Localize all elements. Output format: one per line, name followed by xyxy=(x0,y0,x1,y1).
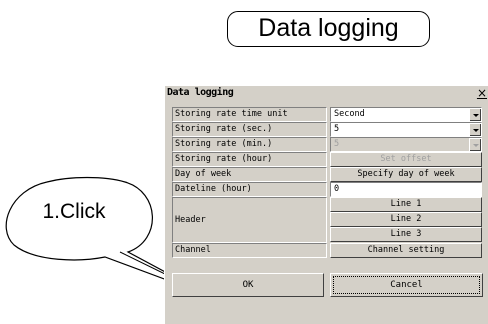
storing-sec-select[interactable]: 5 xyxy=(330,122,482,137)
dateline-label: Dateline (hour) xyxy=(172,182,327,197)
chevron-down-icon xyxy=(469,138,481,151)
dialog-title: Data logging xyxy=(167,87,234,98)
line2-button[interactable]: Line 2 xyxy=(330,212,482,227)
close-icon[interactable]: × xyxy=(477,86,487,100)
chevron-down-icon[interactable] xyxy=(469,123,481,136)
storing-unit-label: Storing rate time unit xyxy=(172,107,327,122)
ok-button[interactable]: OK xyxy=(172,273,324,297)
channel-label: Channel xyxy=(172,243,327,258)
set-offset-button: Set offset xyxy=(330,152,482,167)
channel-setting-button[interactable]: Channel setting xyxy=(330,243,482,258)
storing-unit-select[interactable]: Second xyxy=(330,107,482,122)
line3-button[interactable]: Line 3 xyxy=(330,227,482,242)
day-of-week-label: Day of week xyxy=(172,167,327,182)
specify-day-button[interactable]: Specify day of week xyxy=(330,167,482,182)
storing-min-select: 5 xyxy=(330,137,482,152)
storing-unit-value: Second xyxy=(334,109,365,119)
line1-button[interactable]: Line 1 xyxy=(330,197,482,212)
header-label: Header xyxy=(172,197,327,243)
storing-min-value: 5 xyxy=(334,139,340,149)
storing-min-label: Storing rate (min.) xyxy=(172,137,327,152)
callout-text: 1.Click xyxy=(42,200,106,223)
dateline-input[interactable]: 0 xyxy=(330,182,482,197)
cancel-button[interactable]: Cancel xyxy=(330,273,483,297)
storing-hour-label: Storing rate (hour) xyxy=(172,152,327,167)
data-logging-dialog: Data logging × Storing rate time unit Se… xyxy=(164,85,488,324)
dialog-titlebar: Data logging × xyxy=(165,86,488,103)
storing-sec-label: Storing rate (sec.) xyxy=(172,122,327,137)
storing-sec-value: 5 xyxy=(334,124,340,134)
chevron-down-icon[interactable] xyxy=(469,108,481,121)
